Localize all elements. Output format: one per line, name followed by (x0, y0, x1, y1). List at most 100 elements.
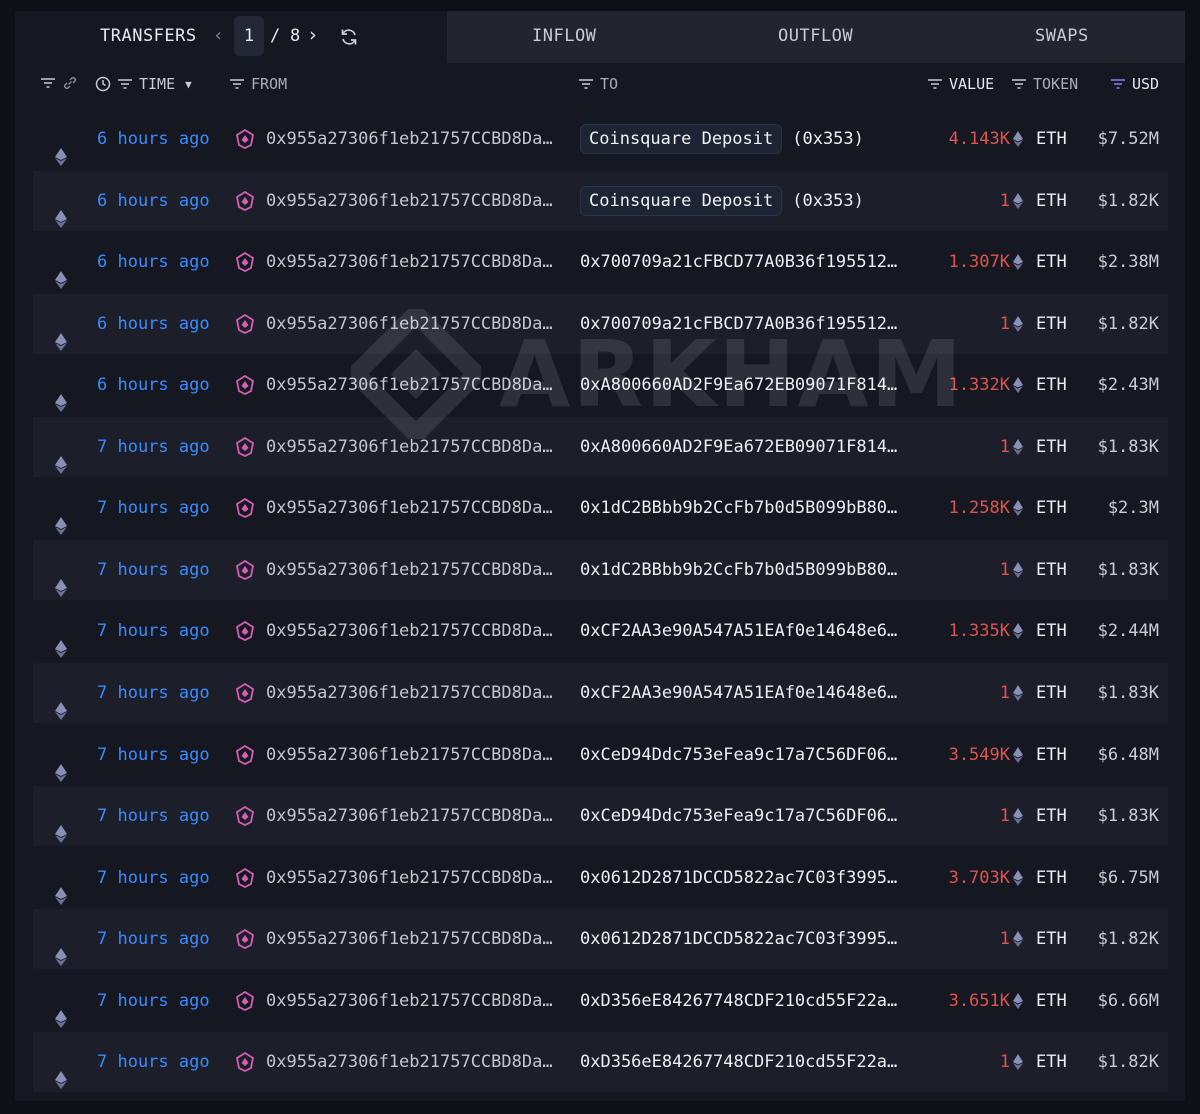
from-address-link[interactable]: 0x955a27306f1eb21757CCBD8Da… (266, 294, 553, 354)
transfer-time-link[interactable]: 7 hours ago (97, 971, 210, 1031)
transfer-time-link[interactable]: 7 hours ago (97, 848, 210, 908)
token-symbol-link[interactable]: ETH (1036, 725, 1067, 785)
table-row[interactable]: 7 hours ago 0x955a27306f1eb21757CCBD8Da…… (33, 663, 1168, 723)
table-row[interactable]: 6 hours ago 0x955a27306f1eb21757CCBD8Da…… (33, 355, 1168, 415)
to-address[interactable]: 0x1dC2BBbb9b2CcFb7b0d5B099bB80… (580, 560, 897, 580)
column-header-token[interactable]: TOKEN (1011, 75, 1078, 93)
transfer-time-link[interactable]: 6 hours ago (97, 355, 210, 415)
to-address-link[interactable]: Coinsquare Deposit (0x353) (580, 109, 864, 169)
page-number-input[interactable]: 1 (234, 16, 264, 56)
transfer-time-link[interactable]: 6 hours ago (97, 109, 210, 169)
token-symbol-link[interactable]: ETH (1036, 1032, 1067, 1092)
to-address-link[interactable]: 0x1dC2BBbb9b2CcFb7b0d5B099bB80… (580, 478, 897, 538)
from-address-link[interactable]: 0x955a27306f1eb21757CCBD8Da… (266, 109, 553, 169)
table-row[interactable]: 7 hours ago 0x955a27306f1eb21757CCBD8Da…… (33, 540, 1168, 600)
transfer-time-link[interactable]: 7 hours ago (97, 786, 210, 846)
from-address-link[interactable]: 0x955a27306f1eb21757CCBD8Da… (266, 232, 553, 292)
filter-icon[interactable] (229, 77, 245, 91)
filter-active-icon[interactable] (1110, 77, 1126, 91)
transfer-time-link[interactable]: 6 hours ago (97, 294, 210, 354)
to-address-link[interactable]: 0x700709a21cFBCD77A0B36f195512… (580, 232, 897, 292)
token-symbol-link[interactable]: ETH (1036, 109, 1067, 169)
table-row[interactable]: 7 hours ago 0x955a27306f1eb21757CCBD8Da…… (33, 971, 1168, 1031)
token-symbol-link[interactable]: ETH (1036, 601, 1067, 661)
to-address-link[interactable]: 0xCeD94Ddc753eFea9c17a7C56DF06… (580, 786, 897, 846)
token-symbol-link[interactable]: ETH (1036, 294, 1067, 354)
chevron-right-icon[interactable]: › (307, 24, 318, 46)
sort-down-icon[interactable]: ▼ (185, 78, 192, 91)
from-address-link[interactable]: 0x955a27306f1eb21757CCBD8Da… (266, 725, 553, 785)
table-row[interactable]: 6 hours ago 0x955a27306f1eb21757CCBD8Da…… (33, 294, 1168, 354)
from-address-link[interactable]: 0x955a27306f1eb21757CCBD8Da… (266, 355, 553, 415)
table-row[interactable]: 7 hours ago 0x955a27306f1eb21757CCBD8Da…… (33, 786, 1168, 846)
token-symbol-link[interactable]: ETH (1036, 663, 1067, 723)
table-row[interactable]: 7 hours ago 0x955a27306f1eb21757CCBD8Da…… (33, 601, 1168, 661)
to-address-link[interactable]: 0x0612D2871DCCD5822ac7C03f3995… (580, 848, 897, 908)
from-address-link[interactable]: 0x955a27306f1eb21757CCBD8Da… (266, 478, 553, 538)
to-address[interactable]: (0x353) (792, 129, 864, 149)
column-header-to[interactable]: TO (578, 75, 618, 93)
to-address[interactable]: 0x0612D2871DCCD5822ac7C03f3995… (580, 929, 897, 949)
transfer-time-link[interactable]: 7 hours ago (97, 417, 210, 477)
to-address[interactable]: 0xCeD94Ddc753eFea9c17a7C56DF06… (580, 745, 897, 765)
to-address[interactable]: 0xD356eE84267748CDF210cd55F22a… (580, 991, 897, 1011)
to-address-link[interactable]: Coinsquare Deposit (0x353) (580, 171, 864, 231)
transfer-time-link[interactable]: 7 hours ago (97, 725, 210, 785)
filter-icon[interactable] (40, 76, 56, 90)
table-row[interactable]: 7 hours ago 0x955a27306f1eb21757CCBD8Da…… (33, 417, 1168, 477)
to-address[interactable]: 0x700709a21cFBCD77A0B36f195512… (580, 252, 897, 272)
token-symbol-link[interactable]: ETH (1036, 540, 1067, 600)
to-address[interactable]: 0xCeD94Ddc753eFea9c17a7C56DF06… (580, 806, 897, 826)
column-header-value[interactable]: VALUE (927, 75, 994, 93)
from-address-link[interactable]: 0x955a27306f1eb21757CCBD8Da… (266, 1032, 553, 1092)
tab-inflow[interactable]: INFLOW (532, 26, 596, 46)
token-symbol-link[interactable]: ETH (1036, 786, 1067, 846)
to-address-link[interactable]: 0xCF2AA3e90A547A51EAf0e14648e6… (580, 601, 897, 661)
filter-icon[interactable] (927, 77, 943, 91)
filter-icon[interactable] (117, 77, 133, 91)
transfer-time-link[interactable]: 7 hours ago (97, 663, 210, 723)
table-row[interactable]: 6 hours ago 0x955a27306f1eb21757CCBD8Da…… (33, 171, 1168, 231)
table-row[interactable]: 7 hours ago 0x955a27306f1eb21757CCBD8Da…… (33, 1032, 1168, 1092)
transfer-time-link[interactable]: 7 hours ago (97, 601, 210, 661)
to-address-link[interactable]: 0xCeD94Ddc753eFea9c17a7C56DF06… (580, 725, 897, 785)
refresh-icon[interactable] (339, 27, 359, 51)
filter-icon[interactable] (578, 77, 594, 91)
token-symbol-link[interactable]: ETH (1036, 355, 1067, 415)
from-address-link[interactable]: 0x955a27306f1eb21757CCBD8Da… (266, 786, 553, 846)
to-address-link[interactable]: 0xD356eE84267748CDF210cd55F22a… (580, 1032, 897, 1092)
table-row[interactable]: 7 hours ago 0x955a27306f1eb21757CCBD8Da…… (33, 725, 1168, 785)
token-symbol-link[interactable]: ETH (1036, 171, 1067, 231)
tab-outflow[interactable]: OUTFLOW (778, 26, 853, 46)
transfer-time-link[interactable]: 7 hours ago (97, 1032, 210, 1092)
from-address-link[interactable]: 0x955a27306f1eb21757CCBD8Da… (266, 909, 553, 969)
chevron-left-icon[interactable]: ‹ (213, 25, 224, 46)
to-address-link[interactable]: 0xD356eE84267748CDF210cd55F22a… (580, 971, 897, 1031)
column-header-from[interactable]: FROM (229, 75, 287, 93)
to-address-link[interactable]: 0x700709a21cFBCD77A0B36f195512… (580, 294, 897, 354)
to-address-link[interactable]: 0xCF2AA3e90A547A51EAf0e14648e6… (580, 663, 897, 723)
transfer-time-link[interactable]: 6 hours ago (97, 171, 210, 231)
token-symbol-link[interactable]: ETH (1036, 909, 1067, 969)
to-address[interactable]: (0x353) (792, 191, 864, 211)
from-address-link[interactable]: 0x955a27306f1eb21757CCBD8Da… (266, 971, 553, 1031)
to-address[interactable]: 0xD356eE84267748CDF210cd55F22a… (580, 1052, 897, 1072)
table-row[interactable]: 6 hours ago 0x955a27306f1eb21757CCBD8Da…… (33, 232, 1168, 292)
table-row[interactable]: 7 hours ago 0x955a27306f1eb21757CCBD8Da…… (33, 909, 1168, 969)
from-address-link[interactable]: 0x955a27306f1eb21757CCBD8Da… (266, 540, 553, 600)
to-address-link[interactable]: 0xA800660AD2F9Ea672EB09071F814… (580, 417, 897, 477)
transfer-time-link[interactable]: 7 hours ago (97, 478, 210, 538)
from-address-link[interactable]: 0x955a27306f1eb21757CCBD8Da… (266, 848, 553, 908)
to-address[interactable]: 0x0612D2871DCCD5822ac7C03f3995… (580, 868, 897, 888)
token-symbol-link[interactable]: ETH (1036, 417, 1067, 477)
transfer-time-link[interactable]: 7 hours ago (97, 540, 210, 600)
transfer-time-link[interactable]: 6 hours ago (97, 232, 210, 292)
from-address-link[interactable]: 0x955a27306f1eb21757CCBD8Da… (266, 417, 553, 477)
to-address-link[interactable]: 0x1dC2BBbb9b2CcFb7b0d5B099bB80… (580, 540, 897, 600)
entity-label[interactable]: Coinsquare Deposit (580, 124, 783, 154)
to-address-link[interactable]: 0xA800660AD2F9Ea672EB09071F814… (580, 355, 897, 415)
entity-label[interactable]: Coinsquare Deposit (580, 186, 783, 216)
token-symbol-link[interactable]: ETH (1036, 478, 1067, 538)
to-address[interactable]: 0x700709a21cFBCD77A0B36f195512… (580, 314, 897, 334)
from-address-link[interactable]: 0x955a27306f1eb21757CCBD8Da… (266, 601, 553, 661)
